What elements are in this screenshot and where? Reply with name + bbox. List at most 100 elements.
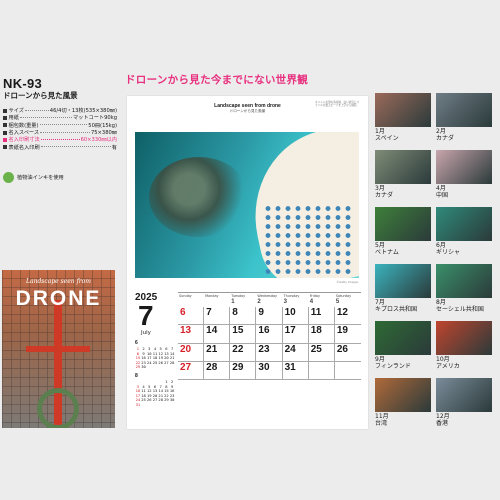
thumbnail-month: 4月: [436, 185, 446, 192]
day-number: 6: [180, 307, 186, 318]
thumbnail-country: セーシェル共和国: [436, 306, 484, 313]
calendar-month: 7: [138, 300, 154, 331]
bullet-square-icon: [3, 123, 7, 128]
spec-label: 名入スペース: [8, 130, 40, 137]
thumbnail-photo: [436, 321, 492, 355]
day-number: 1: [231, 299, 235, 305]
day-cell: 26: [334, 343, 361, 362]
mini-month-grid: 1 2 3 4 5 6 7 8 9 10 11 12 13 14 15 16 17 18 19 20 21 22 23 24 2…: [135, 379, 175, 408]
day-cell: 9: [256, 307, 283, 326]
day-number: 13: [180, 325, 192, 337]
day-number: 22: [232, 343, 244, 355]
month-thumbnail: 4月 中国: [436, 150, 492, 199]
thumbnail-photo: [375, 150, 431, 184]
month-thumbnail: 11月 台湾: [375, 378, 431, 427]
bullet-square-icon: [3, 108, 7, 113]
day-number: 12: [336, 307, 348, 318]
day-number: 18: [310, 325, 322, 337]
month-thumbnail: 7月 キプロス共和国: [375, 264, 431, 313]
leader-dots: [40, 131, 90, 133]
month-thumbnail: 2月 カナダ: [436, 93, 492, 142]
thumbnail-country: ギリシャ: [436, 249, 461, 256]
page-title-jp: ドローンから見た風景: [229, 109, 266, 113]
thumbnail-month: 1月: [375, 128, 385, 135]
day-cell: 19: [334, 325, 361, 344]
thumbnail-photo: [436, 93, 492, 127]
spec-value: 75×380㎜: [90, 130, 117, 137]
day-cell: 12: [334, 307, 361, 326]
spec-label: 表紙名入印刷: [8, 144, 40, 151]
spec-row: 名入印刷寸法 60×330㎜以内: [3, 136, 117, 143]
day-cell: 31: [282, 361, 309, 380]
thumbnail-country: カナダ: [375, 192, 394, 199]
day-number: 14: [206, 325, 218, 337]
photo-credit: ©Getty Images: [336, 280, 358, 284]
thumbnail-month: 2月: [436, 128, 446, 135]
mini-day: 30: [169, 397, 175, 403]
mini-day: 31: [135, 401, 141, 407]
day-cell: 30: [256, 361, 283, 380]
day-cell: 6: [178, 307, 205, 326]
month-thumbnail: 5月 ベトナム: [375, 207, 431, 256]
weekday-header: Thursday 3: [283, 293, 309, 307]
month-thumbnail: 1月 スペイン: [375, 93, 431, 142]
thumbnail-photo: [436, 150, 492, 184]
day-cell: 17: [282, 325, 309, 344]
thumbnail-month: 11月: [375, 413, 389, 420]
day-cell: 11: [308, 307, 335, 326]
day-cell: 27: [178, 361, 205, 380]
thumbnail-photo: [375, 207, 431, 241]
day-number: 31: [284, 361, 296, 373]
month-thumbnail: 9月 フィンランド: [375, 321, 431, 370]
roundabout: [37, 388, 79, 428]
spec-value: 50冊(15kg): [88, 122, 117, 129]
thumbnail-photo: [436, 378, 492, 412]
product-code: NK-93: [3, 76, 43, 91]
day-number: 16: [258, 325, 270, 337]
bullet-square-icon: [3, 145, 7, 150]
day-cell: 29: [230, 361, 257, 380]
day-cell: 14: [204, 325, 231, 344]
mini-day: 28: [169, 359, 175, 365]
ink-note: 植物油インキを使用: [17, 175, 64, 181]
day-number: 7: [206, 307, 212, 318]
day-number: 26: [336, 343, 348, 355]
spec-row: 梱包数(重量) 50冊(15kg): [3, 122, 117, 129]
mini-month-number: 8: [135, 372, 138, 379]
day-number: 27: [180, 361, 192, 373]
spec-label: 梱包数(重量): [8, 122, 39, 129]
day-cell: 21: [204, 343, 231, 362]
thumbnail-country: スペイン: [375, 135, 399, 142]
day-number: 21: [206, 343, 218, 355]
spec-value: 60×330㎜以内: [80, 137, 117, 144]
weekday-header: Saturday 5: [335, 293, 361, 307]
day-number: 29: [232, 361, 244, 373]
vegetable-oil-ink-icon: [3, 172, 14, 183]
thumbnail-country: カナダ: [436, 135, 455, 142]
calendar-month-name: July: [141, 330, 151, 336]
thumbnail-country: キプロス共和国: [375, 306, 418, 313]
day-number: 28: [206, 361, 218, 373]
weekday-header: Wednesday 2: [256, 293, 282, 307]
day-cell: 25: [308, 343, 335, 362]
leader-dots: [39, 124, 88, 126]
day-number: 15: [232, 325, 244, 337]
day-cell: 23: [256, 343, 283, 362]
leader-dots: [40, 138, 80, 140]
day-cell: 16: [256, 325, 283, 344]
thumbnail-country: 台湾: [375, 420, 388, 427]
month-thumbnail: 8月 セーシェル共和国: [436, 264, 492, 313]
thumbnail-month: 5月: [375, 242, 385, 249]
leader-dots: [19, 116, 72, 118]
spec-row: 名入スペース 75×380㎜: [3, 129, 117, 136]
day-cell: 18: [308, 325, 335, 344]
spec-value: 有: [111, 144, 117, 151]
product-title: ドローンから見た風景: [3, 91, 78, 100]
month-grid: Sunday Monday Tuesday 1 Wednesday 2 Thursday 3 F…: [178, 292, 361, 380]
mini-month-grid: 1 2 3 4 5 6 7 8 9 10 11 12 13 14 15 16 17 18 19 20 21 22 23 24 2…: [135, 346, 175, 370]
thumbnail-country: 中国: [436, 192, 449, 199]
day-number: 4: [309, 299, 314, 305]
headline: ドローンから見た今までにない世界観: [125, 74, 309, 86]
mini-calendars: 6 1 2 3 4 5 6 7 8 9 10 11 12 13 14 15 16 17 18 19 20 21 22 23 24…: [135, 340, 175, 411]
thumbnail-photo: [375, 264, 431, 298]
